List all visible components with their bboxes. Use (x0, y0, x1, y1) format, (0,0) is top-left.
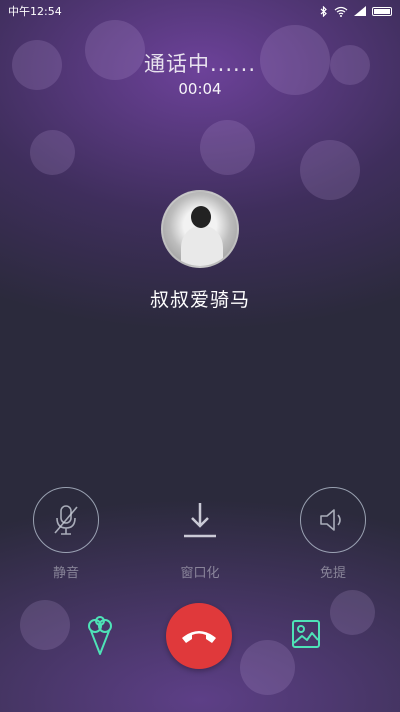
contact-name: 叔叔爱骑马 (149, 289, 250, 311)
minimize-control[interactable]: 窗口化 (165, 487, 235, 581)
bokeh-light (330, 590, 375, 635)
avatar-figure-head (191, 206, 211, 228)
end-call-icon (182, 631, 216, 643)
status-icons (320, 5, 392, 17)
mute-button[interactable] (33, 487, 99, 553)
status-bar: 中午12:54 (0, 0, 400, 22)
bokeh-light (300, 140, 360, 200)
status-time: 中午12:54 (8, 5, 62, 18)
bokeh-light (20, 600, 70, 650)
mute-control[interactable]: 静音 (31, 487, 101, 581)
speaker-label: 免提 (319, 566, 346, 581)
bokeh-light (240, 640, 295, 695)
bokeh-light (200, 120, 255, 175)
gallery-button[interactable] (288, 616, 324, 652)
minimize-button[interactable] (167, 487, 233, 553)
battery-icon (372, 6, 392, 16)
call-timer: 00:04 (178, 80, 222, 98)
bluetooth-icon (320, 5, 327, 17)
mute-label: 静音 (52, 566, 79, 581)
avatar-figure-body (181, 226, 223, 266)
minimize-label: 窗口化 (180, 566, 220, 581)
gallery-icon (292, 620, 320, 648)
ice-cream-button[interactable] (82, 614, 118, 658)
contact-avatar (161, 190, 239, 268)
call-status: 通话中...... (143, 52, 257, 76)
minimize-window-icon (184, 503, 216, 538)
signal-icon (354, 6, 366, 16)
speaker-control[interactable]: 免提 (298, 487, 368, 581)
ice-cream-icon (88, 616, 112, 655)
speaker-button[interactable] (300, 487, 366, 553)
wifi-icon (334, 6, 348, 17)
end-call-button[interactable] (166, 603, 232, 669)
bokeh-light (30, 130, 75, 175)
microphone-muted-icon (54, 505, 78, 535)
speaker-icon (320, 509, 341, 531)
